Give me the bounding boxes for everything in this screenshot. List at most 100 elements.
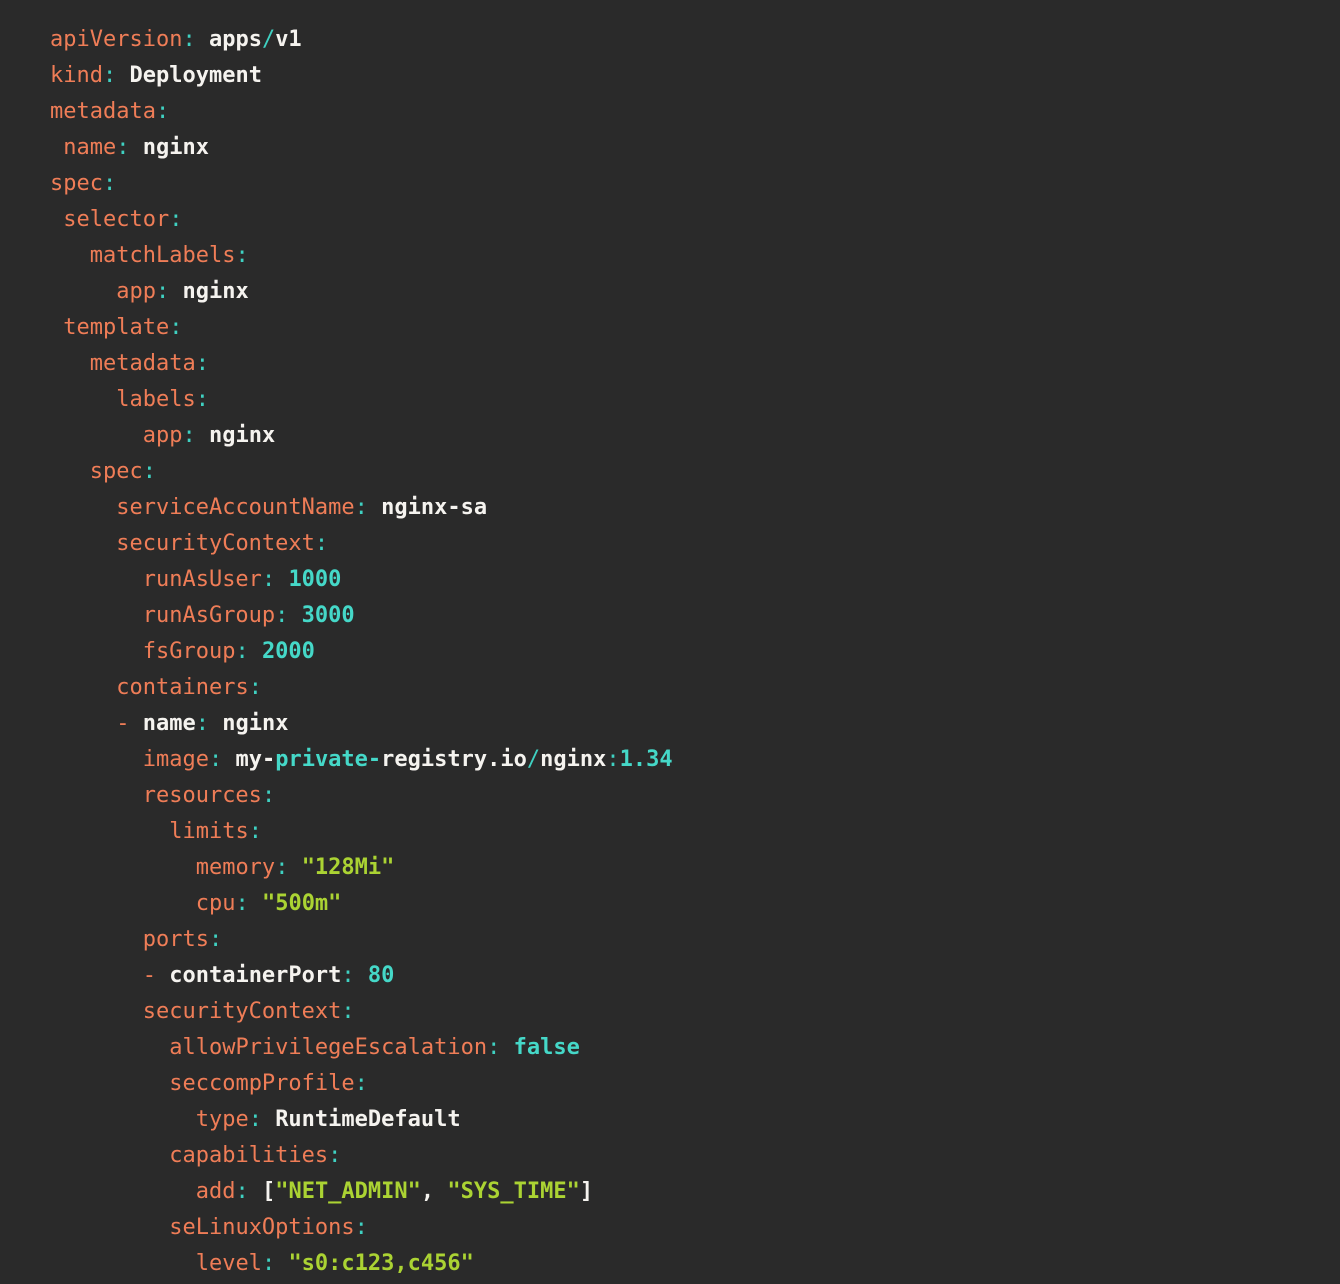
code-token-punc: : — [328, 1143, 341, 1168]
code-token-plain — [50, 639, 143, 664]
code-token-val: nginx — [540, 747, 606, 772]
code-token-punc: : — [156, 279, 169, 304]
code-token-plain — [50, 243, 90, 268]
code-line[interactable]: metadata: — [50, 94, 1330, 130]
code-line[interactable]: type: RuntimeDefault — [50, 1102, 1330, 1138]
code-token-val: nginx — [209, 423, 275, 448]
code-line[interactable]: memory: "128Mi" — [50, 850, 1330, 886]
code-token-plain — [50, 1251, 196, 1276]
code-token-plain — [355, 963, 368, 988]
code-token-plain — [116, 63, 129, 88]
code-token-punc: : — [262, 567, 275, 592]
code-line[interactable]: metadata: — [50, 346, 1330, 382]
code-token-punc: : — [209, 747, 222, 772]
code-token-plain — [50, 783, 143, 808]
code-line[interactable]: resources: — [50, 778, 1330, 814]
code-line[interactable]: template: — [50, 310, 1330, 346]
code-line[interactable]: securityContext: — [50, 994, 1330, 1030]
code-token-punc: : — [315, 531, 328, 556]
code-token-key: metadata — [90, 351, 196, 376]
code-line[interactable]: - name: nginx — [50, 706, 1330, 742]
code-token-num: private — [275, 747, 368, 772]
code-token-num: 2000 — [262, 639, 315, 664]
code-token-plain — [50, 1071, 169, 1096]
code-token-punc: : — [182, 27, 195, 52]
code-line[interactable]: spec: — [50, 166, 1330, 202]
code-token-key: limits — [169, 819, 248, 844]
code-line[interactable]: ports: — [50, 922, 1330, 958]
code-token-key: fsGroup — [143, 639, 236, 664]
code-editor[interactable]: apiVersion: apps/v1kind: Deploymentmetad… — [0, 0, 1340, 1284]
code-token-val: , — [421, 1179, 434, 1204]
code-line[interactable]: runAsGroup: 3000 — [50, 598, 1330, 634]
code-line[interactable]: kind: Deployment — [50, 58, 1330, 94]
code-token-val: containerPort — [169, 963, 341, 988]
code-token-punc: : — [196, 351, 209, 376]
code-token-key: resources — [143, 783, 262, 808]
code-token-punc: : — [262, 1251, 275, 1276]
code-token-plain — [50, 495, 116, 520]
code-token-key: image — [143, 747, 209, 772]
code-line[interactable]: fsGroup: 2000 — [50, 634, 1330, 670]
code-line[interactable]: name: nginx — [50, 130, 1330, 166]
code-line[interactable]: serviceAccountName: nginx-sa — [50, 490, 1330, 526]
code-token-key: capabilities — [169, 1143, 328, 1168]
code-token-plain — [50, 1215, 169, 1240]
code-token-num: 1000 — [288, 567, 341, 592]
code-token-key: app — [116, 279, 156, 304]
code-line[interactable]: runAsUser: 1000 — [50, 562, 1330, 598]
code-token-plain — [262, 1107, 275, 1132]
code-line[interactable]: securityContext: — [50, 526, 1330, 562]
code-line[interactable]: spec: — [50, 454, 1330, 490]
code-token-key: seccompProfile — [169, 1071, 354, 1096]
code-token-key: name — [63, 135, 116, 160]
code-token-punc: : — [249, 819, 262, 844]
code-token-plain — [50, 999, 143, 1024]
code-line[interactable]: selector: — [50, 202, 1330, 238]
code-token-punc: : — [116, 135, 129, 160]
code-token-key: template — [63, 315, 169, 340]
code-token-key: securityContext — [116, 531, 315, 556]
code-token-plain — [169, 279, 182, 304]
code-line[interactable]: seLinuxOptions: — [50, 1210, 1330, 1246]
code-line[interactable]: app: nginx — [50, 274, 1330, 310]
code-token-plain — [50, 963, 143, 988]
code-line[interactable]: app: nginx — [50, 418, 1330, 454]
code-token-punc: : — [249, 1107, 262, 1132]
code-token-str: "128Mi" — [302, 855, 395, 880]
code-token-punc: : — [169, 207, 182, 232]
code-line[interactable]: apiVersion: apps/v1 — [50, 22, 1330, 58]
code-line[interactable]: capabilities: — [50, 1138, 1330, 1174]
code-token-punc: : — [235, 639, 248, 664]
code-line[interactable]: matchLabels: — [50, 238, 1330, 274]
code-token-val: RuntimeDefault — [275, 1107, 460, 1132]
code-line[interactable]: add: ["NET_ADMIN", "SYS_TIME"] — [50, 1174, 1330, 1210]
code-token-key: spec — [90, 459, 143, 484]
code-line[interactable]: seccompProfile: — [50, 1066, 1330, 1102]
code-token-plain — [50, 603, 143, 628]
code-line[interactable]: level: "s0:c123,c456" — [50, 1246, 1330, 1282]
code-token-plain — [50, 387, 116, 412]
code-line[interactable]: cpu: "500m" — [50, 886, 1330, 922]
code-token-key: securityContext — [143, 999, 342, 1024]
code-token-punc: : — [275, 855, 288, 880]
code-token-punc: : — [182, 423, 195, 448]
code-token-plain — [50, 747, 143, 772]
code-token-str: "SYS_TIME" — [447, 1179, 579, 1204]
code-token-key: memory — [196, 855, 275, 880]
code-token-plain — [50, 279, 116, 304]
code-token-val: nginx — [143, 135, 209, 160]
code-line[interactable]: - containerPort: 80 — [50, 958, 1330, 994]
code-token-val: nginx — [222, 711, 288, 736]
code-token-plain — [129, 135, 142, 160]
code-token-punc: : — [606, 747, 619, 772]
code-line[interactable]: image: my-private-registry.io/nginx:1.34 — [50, 742, 1330, 778]
code-line[interactable]: labels: — [50, 382, 1330, 418]
code-line[interactable]: allowPrivilegeEscalation: false — [50, 1030, 1330, 1066]
code-line[interactable]: limits: — [50, 814, 1330, 850]
code-token-key: labels — [116, 387, 195, 412]
code-token-plain — [222, 747, 235, 772]
code-token-punc: : — [341, 999, 354, 1024]
code-line[interactable]: containers: — [50, 670, 1330, 706]
code-token-plain — [288, 603, 301, 628]
